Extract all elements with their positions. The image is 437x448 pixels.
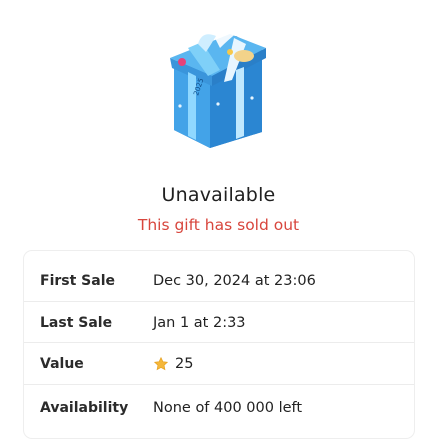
availability-label: Availability — [40, 399, 129, 416]
value-amount: 25 — [153, 356, 193, 372]
gift-image: 2025 — [158, 22, 280, 152]
first-sale-label: First Sale — [40, 272, 115, 289]
value-number: 25 — [175, 355, 194, 372]
last-sale-row: Last Sale Jan 1 at 2:33 — [24, 302, 414, 343]
status-title: Unavailable — [161, 184, 276, 206]
availability-value: None of 400 000 left — [153, 399, 303, 416]
availability-row: Availability None of 400 000 left — [24, 387, 414, 428]
gift-details-table: First Sale Dec 30, 2024 at 23:06 Last Sa… — [24, 251, 414, 438]
last-sale-value: Jan 1 at 2:33 — [153, 314, 246, 331]
status-subtitle: This gift has sold out — [137, 216, 300, 234]
first-sale-row: First Sale Dec 30, 2024 at 23:06 — [24, 260, 414, 301]
star-icon — [153, 356, 169, 370]
divider — [24, 384, 414, 385]
first-sale-value: Dec 30, 2024 at 23:06 — [153, 272, 316, 289]
value-label: Value — [40, 355, 84, 372]
last-sale-label: Last Sale — [40, 314, 113, 331]
gift-box-icon: 2025 — [170, 27, 266, 148]
value-row: Value 25 — [24, 343, 414, 384]
